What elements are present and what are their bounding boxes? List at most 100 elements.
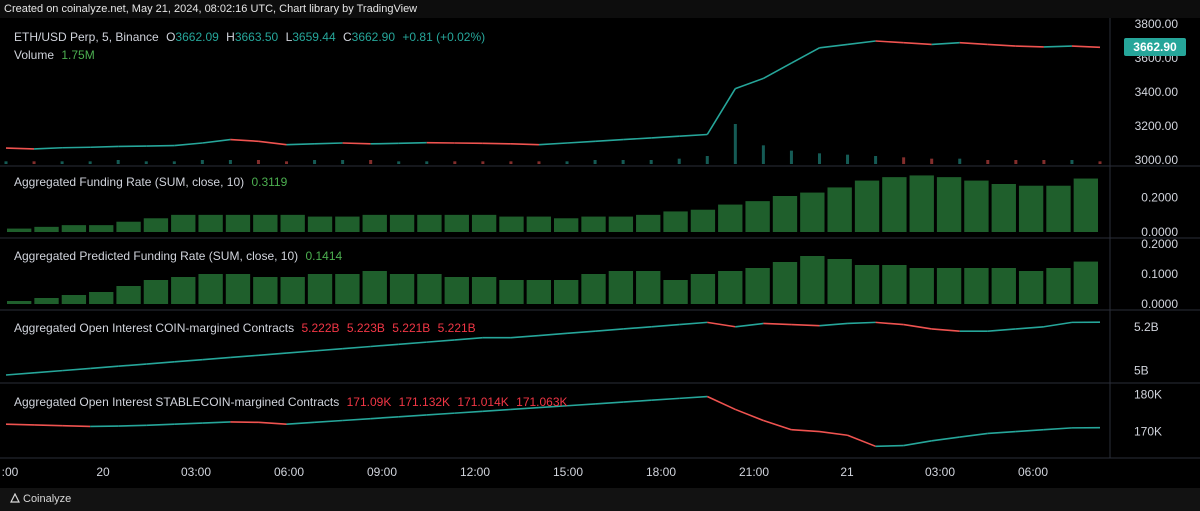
indicator-bar	[1046, 268, 1071, 304]
indicator-bar	[198, 214, 223, 232]
price-segment	[1015, 45, 1044, 48]
indicator-bar	[89, 292, 114, 304]
indicator-bar	[636, 271, 661, 304]
price-segment	[679, 133, 708, 137]
oi-segment	[1043, 427, 1073, 431]
volume-bar	[649, 160, 653, 164]
oi-coin-v2: 5.221B	[392, 321, 431, 335]
indicator-bar	[964, 180, 989, 232]
volume-bar	[453, 161, 457, 164]
oi-stable-v3: 171.063K	[516, 395, 568, 409]
indicator-bar	[389, 214, 415, 232]
volume-bar	[341, 160, 345, 164]
price-segment	[1043, 45, 1072, 48]
oi-segment	[314, 347, 343, 352]
oi-segment	[286, 350, 315, 354]
time-axis-tick: :00	[2, 465, 19, 479]
price-axis-tick: 3200.00	[1135, 119, 1179, 133]
oi-coin-legend: Aggregated Open Interest COIN-margined C…	[14, 321, 480, 335]
indicator-bar	[171, 214, 196, 232]
oi-segment	[875, 321, 904, 326]
last-price-badge: 3662.90	[1124, 38, 1186, 56]
oi-segment	[623, 325, 652, 330]
oi-segment	[146, 423, 175, 427]
indicator-bar	[991, 268, 1016, 304]
indicator-bar	[718, 204, 743, 232]
indicator-bar	[964, 268, 989, 304]
oi-segment	[595, 401, 624, 405]
volume-bar	[256, 160, 260, 164]
oi-segment	[1015, 428, 1044, 433]
funding-legend: Aggregated Funding Rate (SUM, close, 10)…	[14, 175, 291, 189]
oi-segment	[959, 432, 988, 438]
oi-segment	[931, 436, 960, 442]
indicator-bar	[61, 295, 87, 304]
volume-bar	[677, 158, 681, 164]
volume-bar	[481, 161, 485, 164]
oi-segment	[763, 322, 792, 326]
indicator-bar	[581, 216, 606, 232]
oi-segment	[202, 356, 231, 361]
oi-coin-v1: 5.223B	[346, 321, 385, 335]
oi-segment	[342, 417, 371, 422]
indicator-bar	[143, 218, 169, 232]
oi-segment	[623, 399, 652, 403]
indicator-bar	[143, 280, 169, 304]
time-axis-tick: 09:00	[367, 465, 397, 479]
oi-segment	[146, 361, 175, 365]
volume-bar	[509, 161, 513, 164]
price-segment	[202, 138, 231, 144]
price-segment	[34, 146, 63, 150]
oi-segment	[791, 323, 820, 327]
oi-segment	[791, 428, 820, 433]
oi-segment	[454, 410, 483, 414]
indicator-bar	[444, 214, 469, 232]
indicator-bar	[690, 209, 716, 232]
indicator-bar	[663, 280, 688, 304]
volume-bar	[930, 158, 934, 164]
volume-bar	[144, 161, 148, 164]
oi-segment	[174, 358, 203, 363]
indicator-bar	[34, 298, 59, 304]
time-axis-tick: 06:00	[1018, 465, 1048, 479]
oi-segment	[847, 321, 876, 325]
oi-segment	[538, 332, 568, 337]
indicator-axis-tick: 0.1000	[1141, 267, 1178, 281]
indicator-bar	[225, 274, 251, 304]
oi-segment	[230, 354, 259, 359]
volume-bar	[789, 150, 793, 164]
indicator-bar	[7, 301, 32, 304]
oi-axis-tick: 180K	[1134, 388, 1162, 402]
indicator-bar	[827, 187, 852, 232]
oi-stable-legend: Aggregated Open Interest STABLECOIN-marg…	[14, 395, 572, 409]
indicator-bar	[800, 256, 825, 304]
brand[interactable]: Coinalyze	[10, 493, 71, 505]
funding-label: Aggregated Funding Rate (SUM, close, 10)	[14, 175, 245, 189]
oi-segment	[875, 444, 904, 448]
predicted-legend: Aggregated Predicted Funding Rate (SUM, …	[14, 249, 346, 263]
oi-axis-tick: 170K	[1134, 425, 1162, 439]
oi-segment	[398, 341, 427, 346]
indicator-bar	[1073, 261, 1098, 304]
change-value: +0.81 (+0.02%)	[402, 30, 486, 44]
oi-segment	[679, 395, 708, 400]
oi-stable-v0: 171.09K	[346, 395, 392, 409]
oi-segment	[5, 372, 35, 376]
indicator-bar	[608, 216, 634, 232]
indicator-bar	[1073, 178, 1098, 232]
time-axis-tick: 03:00	[181, 465, 211, 479]
price-segment	[903, 41, 932, 46]
oi-segment	[33, 369, 63, 374]
price-axis-tick: 3000.00	[1135, 153, 1179, 167]
brand-label: Coinalyze	[23, 493, 72, 505]
indicator-bar	[362, 214, 387, 232]
oi-segment	[510, 334, 540, 339]
volume-bar	[425, 161, 429, 164]
indicator-bar	[116, 221, 141, 232]
time-axis-tick: 06:00	[274, 465, 304, 479]
price-segment	[314, 142, 343, 145]
oi-segment	[314, 419, 343, 424]
indicator-bar	[1046, 185, 1071, 232]
oi-segment	[595, 328, 624, 332]
chart-area[interactable]: 3800.00 3600.00 3400.00 3200.00 3000.00 0.200…	[0, 18, 1200, 488]
